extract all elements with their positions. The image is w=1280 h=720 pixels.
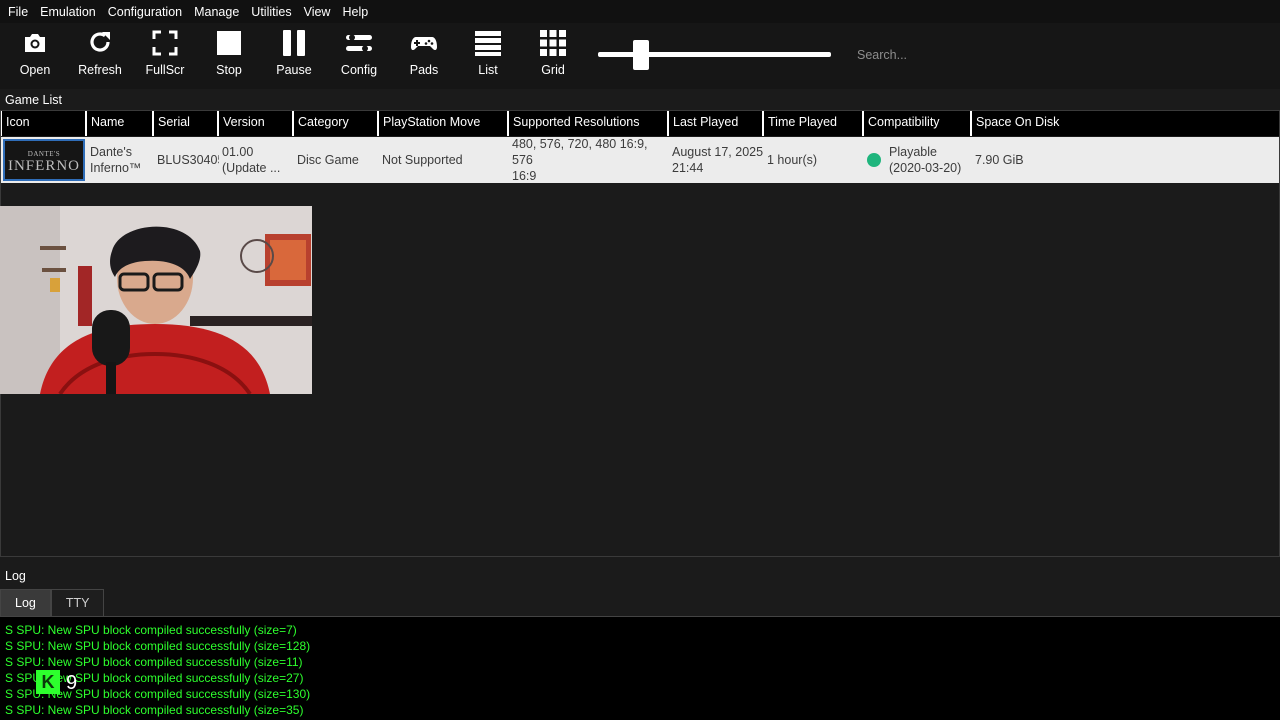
cell-time-played: 1 hour(s) [767,153,818,167]
list-icon [475,31,501,56]
column-last-played[interactable]: Last Played [669,111,764,136]
table-header: Icon Name Serial Version Category PlaySt… [1,111,1279,136]
list-label: List [478,63,498,77]
webcam-feed-image [0,206,312,394]
cell-serial: BLUS30405 [157,153,219,167]
cell-move: Not Supported [382,153,463,167]
grid-icon [540,30,566,56]
cell-last-played: August 17, 2025 21:44 [672,145,764,175]
column-name[interactable]: Name [87,111,154,136]
fullscreen-icon [152,30,178,56]
cell-resolutions: 480, 576, 720, 480 16:9, 576 16:9 [512,137,648,183]
column-icon[interactable]: Icon [1,111,87,136]
column-version[interactable]: Version [219,111,294,136]
pause-icon [283,30,305,56]
log-tabs: Log TTY [0,589,105,616]
menu-bar: File Emulation Configuration Manage Util… [0,0,1280,23]
pause-label: Pause [276,63,312,77]
cell-category: Disc Game [297,153,359,167]
game-logo: DANTE'S INFERNO [7,150,80,174]
refresh-label: Refresh [78,63,122,77]
menu-manage[interactable]: Manage [188,5,245,19]
column-compatibility[interactable]: Compatibility [864,111,972,136]
cell-space-on-disk: 7.90 GiB [975,153,1024,167]
log-title: Log [5,569,26,583]
config-button[interactable]: Config [327,29,391,85]
menu-emulation[interactable]: Emulation [34,5,102,19]
fullscreen-button[interactable]: FullScr [133,29,197,85]
log-line: S SPU: New SPU block compiled successful… [5,703,304,717]
game-list-title: Game List [5,93,62,107]
open-label: Open [19,63,51,77]
compatibility-status-icon [867,153,881,167]
menu-utilities[interactable]: Utilities [245,5,297,19]
grid-label: Grid [541,63,565,77]
cell-name: Dante's Inferno™ [90,145,142,175]
config-label: Config [340,63,378,77]
gamepad-icon [411,37,437,51]
cell-compatibility: Playable (2020-03-20) [864,137,972,183]
icon-size-slider[interactable] [598,40,831,70]
fullscreen-label: FullScr [145,63,185,77]
log-line: S SPU: New SPU block compiled successful… [5,655,303,669]
cell-version: 01.00 (Update ... [222,145,281,175]
list-view-button[interactable]: List [456,29,520,85]
log-output[interactable]: S SPU: New SPU block compiled successful… [0,616,1280,720]
menu-file[interactable]: File [2,5,34,19]
config-icon [346,34,372,52]
column-supported-resolutions[interactable]: Supported Resolutions [509,111,669,136]
camera-icon [25,34,45,52]
menu-view[interactable]: View [298,5,337,19]
column-time-played[interactable]: Time Played [764,111,864,136]
stop-button[interactable]: Stop [197,29,261,85]
menu-help[interactable]: Help [336,5,374,19]
table-row[interactable]: DANTE'S INFERNO Dante's Inferno™ BLUS3040… [1,137,1279,183]
kick-logo-icon: K [36,670,60,694]
refresh-button[interactable]: Refresh [68,29,132,85]
viewer-count: 9 [66,672,78,694]
refresh-icon [90,32,110,52]
column-space-on-disk[interactable]: Space On Disk [972,111,1279,136]
webcam-overlay [0,206,312,394]
game-icon: DANTE'S INFERNO [3,139,85,181]
column-serial[interactable]: Serial [154,111,219,136]
slider-handle[interactable] [633,40,649,70]
stop-icon [217,31,241,55]
log-line: S SPU: New SPU block compiled successful… [5,623,297,637]
pause-button[interactable]: Pause [262,29,326,85]
tab-log[interactable]: Log [0,589,51,616]
tab-tty[interactable]: TTY [50,589,105,616]
grid-view-button[interactable]: Grid [521,29,585,85]
pads-label: Pads [409,63,439,77]
open-button[interactable]: Open [3,29,67,85]
log-line: S SPU: New SPU block compiled successful… [5,687,311,701]
log-line: S SPU: New SPU block compiled successful… [5,639,311,653]
log-line: S SPU: New SPU block compiled successful… [5,671,304,685]
menu-configuration[interactable]: Configuration [102,5,188,19]
column-playstation-move[interactable]: PlayStation Move [379,111,509,136]
column-category[interactable]: Category [294,111,379,136]
pads-button[interactable]: Pads [392,29,456,85]
stop-label: Stop [216,63,242,77]
search-input[interactable] [850,44,1050,66]
